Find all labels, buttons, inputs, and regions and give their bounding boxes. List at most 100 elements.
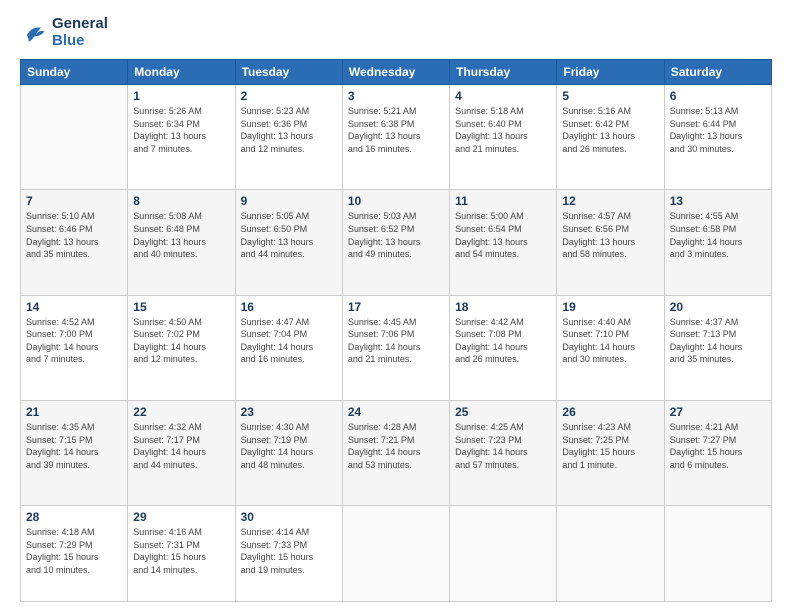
day-info: Sunrise: 4:35 AM Sunset: 7:15 PM Dayligh… [26,421,122,471]
calendar-cell: 28 Sunrise: 4:18 AM Sunset: 7:29 PM Dayli… [21,506,128,602]
calendar-cell: 13Sunrise: 4:55 AM Sunset: 6:58 PM Dayli… [664,190,771,295]
day-number: 19 [562,300,658,314]
day-number: 10 [348,194,444,208]
calendar-cell: 18 Sunrise: 4:42 AM Sunset: 7:08 PM Dayli… [450,295,557,400]
calendar-week-row: 1Sunrise: 5:26 AM Sunset: 6:34 PM Daylig… [21,85,772,190]
day-info: Sunrise: 5:13 AM Sunset: 6:44 PM Dayligh… [670,105,766,155]
column-header-thursday: Thursday [450,60,557,85]
calendar-cell: 30 Sunrise: 4:14 AM Sunset: 7:33 PM Dayli… [235,506,342,602]
day-number: 2 [241,89,337,103]
calendar-header-row: SundayMondayTuesdayWednesdayThursdayFrid… [21,60,772,85]
day-info: Sunrise: 4:16 AM Sunset: 7:31 PM Dayligh… [133,526,229,576]
day-info: Sunrise: 4:47 AM Sunset: 7:04 PM Dayligh… [241,316,337,366]
day-info: Sunrise: 4:23 AM Sunset: 7:25 PM Dayligh… [562,421,658,471]
logo-text: General Blue [52,16,108,49]
calendar-cell: 8 Sunrise: 5:08 AM Sunset: 6:48 PM Daylig… [128,190,235,295]
calendar-cell: 15 Sunrise: 4:50 AM Sunset: 7:02 PM Dayli… [128,295,235,400]
day-number: 22 [133,405,229,419]
day-number: 20 [670,300,766,314]
day-info: Sunrise: 5:10 AM Sunset: 6:46 PM Dayligh… [26,210,122,260]
calendar-cell: 24 Sunrise: 4:28 AM Sunset: 7:21 PM Dayli… [342,400,449,505]
page: General Blue SundayMondayTuesdayWednesda… [0,0,792,612]
day-number: 21 [26,405,122,419]
day-info: Sunrise: 4:50 AM Sunset: 7:02 PM Dayligh… [133,316,229,366]
logo: General Blue [20,16,108,49]
day-info: Sunrise: 4:32 AM Sunset: 7:17 PM Dayligh… [133,421,229,471]
day-info: Sunrise: 5:00 AM Sunset: 6:54 PM Dayligh… [455,210,551,260]
day-info: Sunrise: 4:25 AM Sunset: 7:23 PM Dayligh… [455,421,551,471]
calendar-cell: 11 Sunrise: 5:00 AM Sunset: 6:54 PM Dayli… [450,190,557,295]
day-info: Sunrise: 5:05 AM Sunset: 6:50 PM Dayligh… [241,210,337,260]
calendar-cell [664,506,771,602]
day-number: 23 [241,405,337,419]
day-info: Sunrise: 4:37 AM Sunset: 7:13 PM Dayligh… [670,316,766,366]
day-number: 18 [455,300,551,314]
calendar-cell: 21 Sunrise: 4:35 AM Sunset: 7:15 PM Dayli… [21,400,128,505]
column-header-saturday: Saturday [664,60,771,85]
day-number: 6 [670,89,766,103]
day-number: 7 [26,194,122,208]
day-info: Sunrise: 5:18 AM Sunset: 6:40 PM Dayligh… [455,105,551,155]
header: General Blue [20,16,772,49]
day-info: Sunrise: 5:16 AM Sunset: 6:42 PM Dayligh… [562,105,658,155]
day-info: Sunrise: 4:45 AM Sunset: 7:06 PM Dayligh… [348,316,444,366]
day-number: 13 [670,194,766,208]
column-header-friday: Friday [557,60,664,85]
day-number: 11 [455,194,551,208]
column-header-sunday: Sunday [21,60,128,85]
calendar-cell: 23 Sunrise: 4:30 AM Sunset: 7:19 PM Dayli… [235,400,342,505]
calendar-week-row: 7 Sunrise: 5:10 AM Sunset: 6:46 PM Daylig… [21,190,772,295]
day-info: Sunrise: 5:08 AM Sunset: 6:48 PM Dayligh… [133,210,229,260]
day-number: 16 [241,300,337,314]
calendar-cell [342,506,449,602]
day-number: 30 [241,510,337,524]
calendar-week-row: 14 Sunrise: 4:52 AM Sunset: 7:00 PM Dayli… [21,295,772,400]
calendar-cell [450,506,557,602]
day-number: 17 [348,300,444,314]
calendar-cell: 20 Sunrise: 4:37 AM Sunset: 7:13 PM Dayli… [664,295,771,400]
calendar-cell: 3Sunrise: 5:21 AM Sunset: 6:38 PM Daylig… [342,85,449,190]
day-number: 12 [562,194,658,208]
day-info: Sunrise: 5:26 AM Sunset: 6:34 PM Dayligh… [133,105,229,155]
day-number: 8 [133,194,229,208]
logo-icon [20,19,48,47]
calendar-cell: 25 Sunrise: 4:25 AM Sunset: 7:23 PM Dayli… [450,400,557,505]
day-info: Sunrise: 4:28 AM Sunset: 7:21 PM Dayligh… [348,421,444,471]
calendar-cell: 9Sunrise: 5:05 AM Sunset: 6:50 PM Daylig… [235,190,342,295]
calendar-cell [557,506,664,602]
column-header-wednesday: Wednesday [342,60,449,85]
calendar-cell: 4 Sunrise: 5:18 AM Sunset: 6:40 PM Daylig… [450,85,557,190]
calendar-cell: 19 Sunrise: 4:40 AM Sunset: 7:10 PM Dayli… [557,295,664,400]
day-info: Sunrise: 4:52 AM Sunset: 7:00 PM Dayligh… [26,316,122,366]
day-info: Sunrise: 4:42 AM Sunset: 7:08 PM Dayligh… [455,316,551,366]
calendar-cell: 17 Sunrise: 4:45 AM Sunset: 7:06 PM Dayli… [342,295,449,400]
day-info: Sunrise: 4:40 AM Sunset: 7:10 PM Dayligh… [562,316,658,366]
column-header-tuesday: Tuesday [235,60,342,85]
calendar-cell: 26Sunrise: 4:23 AM Sunset: 7:25 PM Dayli… [557,400,664,505]
column-header-monday: Monday [128,60,235,85]
calendar-cell [21,85,128,190]
day-number: 15 [133,300,229,314]
calendar-cell: 12Sunrise: 4:57 AM Sunset: 6:56 PM Dayli… [557,190,664,295]
day-info: Sunrise: 5:23 AM Sunset: 6:36 PM Dayligh… [241,105,337,155]
calendar-cell: 22 Sunrise: 4:32 AM Sunset: 7:17 PM Dayli… [128,400,235,505]
calendar-cell: 1Sunrise: 5:26 AM Sunset: 6:34 PM Daylig… [128,85,235,190]
day-number: 25 [455,405,551,419]
day-number: 28 [26,510,122,524]
calendar-week-row: 28 Sunrise: 4:18 AM Sunset: 7:29 PM Dayli… [21,506,772,602]
calendar-cell: 16 Sunrise: 4:47 AM Sunset: 7:04 PM Dayli… [235,295,342,400]
day-number: 24 [348,405,444,419]
day-info: Sunrise: 4:18 AM Sunset: 7:29 PM Dayligh… [26,526,122,576]
day-info: Sunrise: 4:14 AM Sunset: 7:33 PM Dayligh… [241,526,337,576]
day-number: 4 [455,89,551,103]
calendar-week-row: 21 Sunrise: 4:35 AM Sunset: 7:15 PM Dayli… [21,400,772,505]
day-info: Sunrise: 4:30 AM Sunset: 7:19 PM Dayligh… [241,421,337,471]
day-info: Sunrise: 4:21 AM Sunset: 7:27 PM Dayligh… [670,421,766,471]
calendar-cell: 10Sunrise: 5:03 AM Sunset: 6:52 PM Dayli… [342,190,449,295]
calendar-cell: 14 Sunrise: 4:52 AM Sunset: 7:00 PM Dayli… [21,295,128,400]
calendar-cell: 6 Sunrise: 5:13 AM Sunset: 6:44 PM Daylig… [664,85,771,190]
day-number: 14 [26,300,122,314]
calendar-table: SundayMondayTuesdayWednesdayThursdayFrid… [20,59,772,602]
calendar-cell: 27Sunrise: 4:21 AM Sunset: 7:27 PM Dayli… [664,400,771,505]
day-number: 29 [133,510,229,524]
